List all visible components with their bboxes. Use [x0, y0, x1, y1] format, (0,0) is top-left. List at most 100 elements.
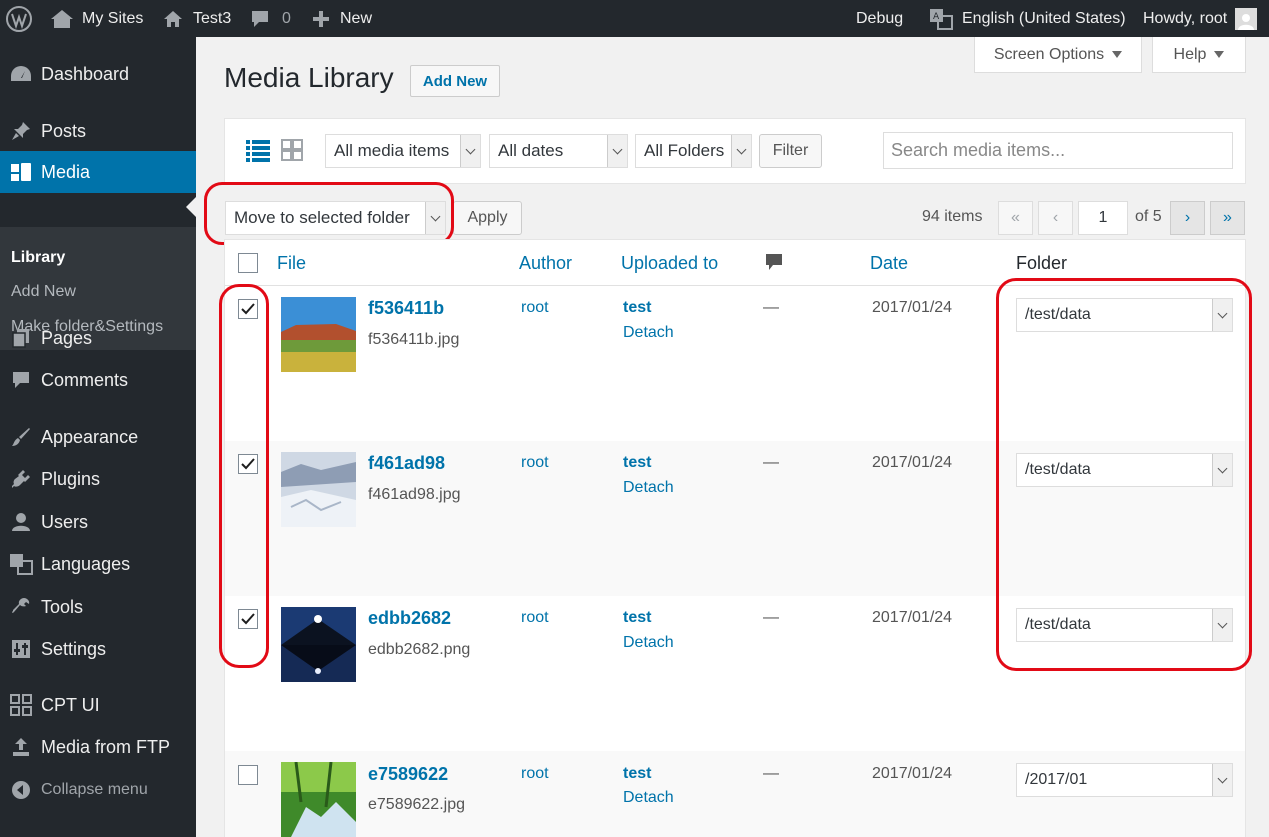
debug-menu[interactable]: Debug: [856, 0, 903, 37]
menu-label: Media: [41, 161, 91, 182]
folders-value: All Folders: [644, 141, 725, 160]
author-link[interactable]: root: [521, 454, 549, 472]
uploaded-to-link[interactable]: test: [623, 609, 651, 627]
row-checkbox[interactable]: [238, 765, 258, 785]
comment-bubble-icon[interactable]: [765, 253, 783, 273]
submenu-add-new[interactable]: Add New: [11, 283, 76, 301]
menu-users[interactable]: Users: [0, 501, 196, 543]
help-button[interactable]: Help: [1152, 37, 1246, 73]
file-title-link[interactable]: f536411b: [368, 298, 444, 319]
site-menu[interactable]: Test3: [163, 0, 231, 37]
file-name: f461ad98.jpg: [368, 486, 461, 503]
menu-label: Languages: [41, 553, 131, 574]
menu-posts[interactable]: Posts: [0, 110, 196, 152]
file-name: e7589622.jpg: [368, 796, 465, 813]
author-link[interactable]: root: [521, 299, 549, 317]
menu-appearance[interactable]: Appearance: [0, 416, 196, 458]
folder-select[interactable]: /2017/01: [1016, 763, 1233, 797]
detach-link[interactable]: Detach: [623, 324, 674, 342]
avatar: [1235, 7, 1258, 30]
annotation-highlight-checkboxes: [219, 284, 269, 668]
grid-view-icon[interactable]: [281, 139, 303, 161]
language-switcher[interactable]: A English (United States): [929, 0, 1126, 37]
dates-select[interactable]: All dates: [489, 134, 628, 168]
author-link[interactable]: root: [521, 765, 549, 783]
folders-select[interactable]: All Folders: [635, 134, 752, 168]
list-view-icon[interactable]: [246, 140, 270, 162]
filter-button[interactable]: Filter: [759, 134, 822, 168]
media-type-value: All media items: [334, 141, 450, 160]
file-title-link[interactable]: e7589622: [368, 764, 448, 785]
dashboard-icon: [10, 66, 31, 81]
file-title-link[interactable]: edbb2682: [368, 608, 451, 629]
menu-languages[interactable]: Languages: [0, 543, 196, 585]
chevron-down-icon: [460, 135, 480, 167]
menu-label: Users: [41, 511, 89, 532]
apply-button[interactable]: Apply: [453, 201, 522, 235]
caret-down-icon: [1112, 51, 1123, 58]
file-title-link[interactable]: f461ad98: [368, 453, 445, 474]
wrench-icon: [11, 598, 29, 613]
menu-tools[interactable]: Tools: [0, 586, 196, 628]
menu-label: Posts: [41, 120, 87, 141]
uploaded-to-link[interactable]: test: [623, 299, 651, 317]
uploaded-to-link[interactable]: test: [623, 454, 651, 472]
column-file[interactable]: File: [277, 253, 306, 274]
menu-cpt-ui[interactable]: CPT UI: [0, 684, 196, 726]
menu-settings[interactable]: Settings: [0, 628, 196, 670]
menu-label: CPT UI: [41, 694, 100, 715]
home-icon: [164, 10, 182, 27]
last-page-button[interactable]: »: [1210, 201, 1245, 235]
svg-text:A: A: [933, 12, 940, 22]
annotation-highlight-folders: [996, 278, 1252, 671]
uploaded-to-link[interactable]: test: [623, 765, 651, 783]
next-page-button[interactable]: ›: [1170, 201, 1205, 235]
add-new-button[interactable]: Add New: [410, 65, 500, 97]
menu-label: Plugins: [41, 468, 101, 489]
file-name: f536411b.jpg: [368, 331, 460, 348]
upload-date: 2017/01/24: [872, 299, 953, 316]
plus-icon: [313, 10, 329, 27]
comments-menu[interactable]: 0: [250, 0, 291, 37]
prev-page-button: ‹: [1038, 201, 1073, 235]
menu-comments[interactable]: Comments: [0, 359, 196, 401]
my-sites-menu[interactable]: My Sites: [50, 0, 143, 37]
new-content-menu[interactable]: New: [312, 0, 372, 37]
column-uploaded-to[interactable]: Uploaded to: [621, 253, 718, 274]
site-name: Test3: [193, 9, 232, 27]
screen-options-button[interactable]: Screen Options: [974, 37, 1142, 73]
column-date[interactable]: Date: [870, 253, 908, 274]
menu-media[interactable]: Media: [0, 151, 196, 193]
collapse-menu[interactable]: Collapse menu: [0, 769, 196, 811]
search-input[interactable]: Search media items...: [883, 132, 1233, 169]
comment-count: —: [763, 765, 779, 782]
screen-options-label: Screen Options: [993, 45, 1105, 63]
submenu-library[interactable]: Library: [11, 249, 65, 267]
author-link[interactable]: root: [521, 609, 549, 627]
thumbnail-forest[interactable]: [281, 762, 356, 837]
detach-link[interactable]: Detach: [623, 789, 674, 807]
detach-link[interactable]: Detach: [623, 634, 674, 652]
media-type-select[interactable]: All media items: [325, 134, 481, 168]
menu-media-from-ftp[interactable]: Media from FTP: [0, 726, 196, 768]
detach-link[interactable]: Detach: [623, 479, 674, 497]
folder-value: /2017/01: [1025, 771, 1088, 788]
menu-dashboard[interactable]: Dashboard: [0, 53, 196, 95]
chevron-down-icon: [1212, 764, 1232, 796]
account-menu[interactable]: Howdy, root: [1143, 0, 1258, 37]
current-page-input[interactable]: 1: [1078, 201, 1128, 235]
menu-plugins[interactable]: Plugins: [0, 458, 196, 500]
comment-count: —: [763, 609, 779, 626]
admin-bar: My Sites Test3 0 New Debug A English (Un…: [0, 0, 1269, 37]
thumbnail-mountain[interactable]: [281, 607, 356, 682]
pages-icon: [11, 329, 29, 348]
debug-label: Debug: [856, 9, 904, 27]
thumbnail-snow[interactable]: [281, 452, 356, 527]
menu-pages[interactable]: Pages: [0, 317, 196, 359]
current-menu-arrow: [186, 197, 196, 217]
column-author[interactable]: Author: [519, 253, 572, 274]
comment-bubble-icon: [252, 10, 268, 27]
select-all-checkbox[interactable]: [238, 253, 258, 273]
wordpress-logo-icon[interactable]: [6, 0, 32, 37]
thumbnail-uluru[interactable]: [281, 297, 356, 372]
